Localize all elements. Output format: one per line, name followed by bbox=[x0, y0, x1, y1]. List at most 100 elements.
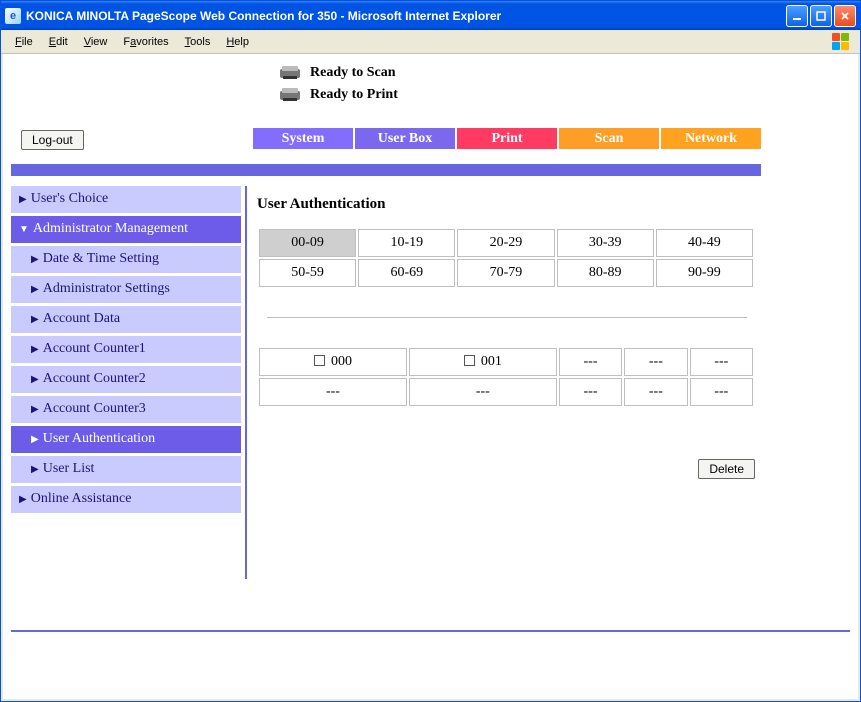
sidebar-item-users-choice[interactable]: ▶ User's Choice bbox=[11, 186, 241, 216]
range-row: 50-59 60-69 70-79 80-89 90-99 bbox=[259, 259, 753, 287]
titlebar: e KONICA MINOLTA PageScope Web Connectio… bbox=[1, 1, 860, 30]
range-cell[interactable]: 90-99 bbox=[656, 259, 753, 287]
sidebar-label: Administrator Settings bbox=[43, 281, 170, 297]
logout-button[interactable]: Log-out bbox=[21, 130, 84, 150]
user-cell[interactable]: 001 bbox=[409, 348, 557, 376]
user-label: 001 bbox=[481, 354, 502, 369]
app-window: e KONICA MINOLTA PageScope Web Connectio… bbox=[0, 0, 861, 702]
sidebar-label: User List bbox=[43, 461, 95, 477]
print-status-row: Ready to Print bbox=[278, 84, 398, 106]
close-button[interactable] bbox=[834, 5, 856, 27]
chevron-right-icon: ▶ bbox=[31, 284, 39, 295]
windows-logo-icon bbox=[832, 33, 854, 51]
sidebar-item-online-assistance[interactable]: ▶ Online Assistance bbox=[11, 486, 241, 516]
sidebar-item-user-authentication[interactable]: ▶ User Authentication bbox=[11, 426, 241, 456]
bottom-divider bbox=[11, 630, 850, 632]
sidebar-item-account-counter3[interactable]: ▶ Account Counter3 bbox=[11, 396, 241, 426]
sidebar-label: User Authentication bbox=[43, 431, 155, 447]
chevron-right-icon: ▶ bbox=[31, 404, 39, 415]
scan-status-text: Ready to Scan bbox=[310, 65, 396, 81]
sidebar-label: Account Data bbox=[43, 311, 120, 327]
divider-bar bbox=[11, 164, 761, 176]
menu-favorites[interactable]: Favorites bbox=[115, 34, 176, 50]
tab-system[interactable]: System bbox=[253, 128, 353, 149]
menu-file[interactable]: File bbox=[7, 34, 41, 50]
range-cell[interactable]: 70-79 bbox=[457, 259, 554, 287]
user-cell[interactable]: --- bbox=[259, 378, 407, 406]
user-cell[interactable]: --- bbox=[690, 348, 753, 376]
chevron-right-icon: ▶ bbox=[31, 314, 39, 325]
user-cell[interactable]: 000 bbox=[259, 348, 407, 376]
user-row: 000 001 --- --- --- bbox=[259, 348, 753, 376]
chevron-down-icon: ▼ bbox=[19, 224, 29, 235]
scan-status-row: Ready to Scan bbox=[278, 62, 398, 84]
chevron-right-icon: ▶ bbox=[19, 494, 27, 505]
menu-tools[interactable]: Tools bbox=[177, 34, 219, 50]
user-cell[interactable]: --- bbox=[624, 378, 687, 406]
chevron-right-icon: ▶ bbox=[31, 374, 39, 385]
window-title: KONICA MINOLTA PageScope Web Connection … bbox=[26, 9, 786, 23]
chevron-right-icon: ▶ bbox=[31, 344, 39, 355]
range-table: 00-09 10-19 20-29 30-39 40-49 50-59 60-6… bbox=[257, 227, 755, 289]
nav-tabs: System User Box Print Scan Network bbox=[253, 128, 761, 149]
printer-status-block: Ready to Scan Ready to Print bbox=[278, 62, 398, 106]
range-cell[interactable]: 20-29 bbox=[457, 229, 554, 257]
page-body: Ready to Scan Ready to Print Log-out Sys… bbox=[3, 54, 858, 699]
sidebar-label: Online Assistance bbox=[31, 491, 132, 507]
tab-print[interactable]: Print bbox=[457, 128, 557, 149]
window-controls bbox=[786, 5, 856, 27]
range-cell[interactable]: 60-69 bbox=[358, 259, 455, 287]
menu-edit[interactable]: Edit bbox=[41, 34, 76, 50]
sidebar-item-date-time[interactable]: ▶ Date & Time Setting bbox=[11, 246, 241, 276]
sidebar-item-admin-management[interactable]: ▼Administrator Management bbox=[11, 216, 241, 246]
sidebar-item-account-data[interactable]: ▶ Account Data bbox=[11, 306, 241, 336]
range-cell[interactable]: 30-39 bbox=[557, 229, 654, 257]
sidebar-item-account-counter1[interactable]: ▶Account Counter1 bbox=[11, 336, 241, 366]
tab-userbox[interactable]: User Box bbox=[355, 128, 455, 149]
sidebar-item-admin-settings[interactable]: ▶ Administrator Settings bbox=[11, 276, 241, 306]
user-table: 000 001 --- --- --- --- --- --- --- --- bbox=[257, 346, 755, 408]
content-area: Ready to Scan Ready to Print Log-out Sys… bbox=[1, 54, 860, 701]
user-cell[interactable]: --- bbox=[624, 348, 687, 376]
hr-divider bbox=[267, 317, 747, 318]
range-cell[interactable]: 50-59 bbox=[259, 259, 356, 287]
sidebar: ▶ User's Choice ▼Administrator Management… bbox=[11, 186, 247, 579]
print-status-text: Ready to Print bbox=[310, 87, 398, 103]
minimize-button[interactable] bbox=[786, 5, 808, 27]
user-cell[interactable]: --- bbox=[559, 378, 622, 406]
range-cell[interactable]: 40-49 bbox=[656, 229, 753, 257]
chevron-right-icon: ▶ bbox=[31, 254, 39, 265]
menubar: File Edit View Favorites Tools Help bbox=[1, 30, 860, 54]
user-cell[interactable]: --- bbox=[559, 348, 622, 376]
maximize-button[interactable] bbox=[810, 5, 832, 27]
ie-app-icon: e bbox=[5, 8, 21, 24]
page-title: User Authentication bbox=[257, 186, 761, 227]
sidebar-label: Date & Time Setting bbox=[43, 251, 159, 267]
main-pane: User Authentication 00-09 10-19 20-29 30… bbox=[247, 186, 761, 579]
user-cell[interactable]: --- bbox=[409, 378, 557, 406]
sidebar-item-user-list[interactable]: ▶ User List bbox=[11, 456, 241, 486]
sidebar-label: Account Counter2 bbox=[43, 371, 146, 387]
main-split: ▶ User's Choice ▼Administrator Management… bbox=[11, 186, 761, 579]
user-row: --- --- --- --- --- bbox=[259, 378, 753, 406]
scanner-icon bbox=[278, 65, 302, 81]
tab-network[interactable]: Network bbox=[661, 128, 761, 149]
range-row: 00-09 10-19 20-29 30-39 40-49 bbox=[259, 229, 753, 257]
range-cell[interactable]: 00-09 bbox=[259, 229, 356, 257]
range-cell[interactable]: 80-89 bbox=[557, 259, 654, 287]
chevron-right-icon: ▶ bbox=[19, 194, 27, 205]
range-cell[interactable]: 10-19 bbox=[358, 229, 455, 257]
chevron-right-icon: ▶ bbox=[31, 434, 39, 445]
user-cell[interactable]: --- bbox=[690, 378, 753, 406]
menu-help[interactable]: Help bbox=[218, 34, 257, 50]
checkbox-icon[interactable] bbox=[464, 355, 475, 366]
sidebar-item-account-counter2[interactable]: ▶ Account Counter2 bbox=[11, 366, 241, 396]
chevron-right-icon: ▶ bbox=[31, 464, 39, 475]
sidebar-label: Account Counter3 bbox=[43, 401, 146, 417]
user-label: 000 bbox=[331, 354, 352, 369]
checkbox-icon[interactable] bbox=[314, 355, 325, 366]
sidebar-label: User's Choice bbox=[31, 191, 109, 207]
delete-button[interactable]: Delete bbox=[698, 459, 755, 479]
menu-view[interactable]: View bbox=[76, 34, 116, 50]
tab-scan[interactable]: Scan bbox=[559, 128, 659, 149]
